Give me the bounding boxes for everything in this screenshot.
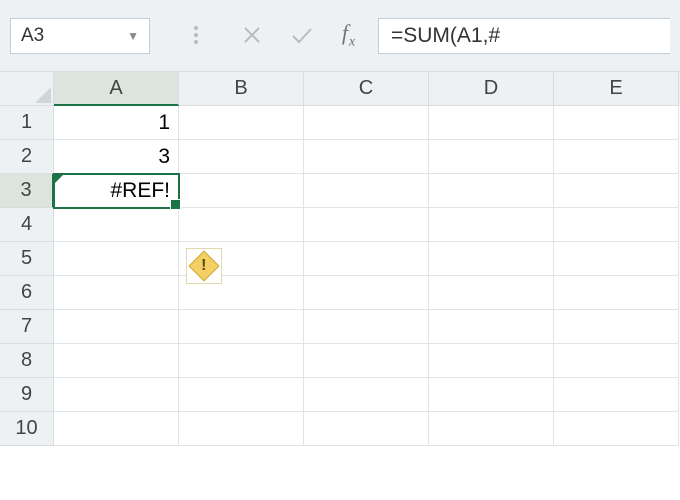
formula-text: =SUM(A1,# xyxy=(391,24,500,48)
cell-B4[interactable] xyxy=(179,208,304,242)
cell-E6[interactable] xyxy=(554,276,679,310)
cell-C6[interactable] xyxy=(304,276,429,310)
row-header-3[interactable]: 3 xyxy=(0,174,54,208)
cell-D8[interactable] xyxy=(429,344,554,378)
column-header-A[interactable]: A xyxy=(54,72,179,106)
cell-D4[interactable] xyxy=(429,208,554,242)
row-header-10[interactable]: 10 xyxy=(0,412,54,446)
cell-A1[interactable]: 1 xyxy=(54,106,179,140)
cell-D9[interactable] xyxy=(429,378,554,412)
cell-A3[interactable]: #REF! xyxy=(54,174,179,208)
formula-bar-controls: fx xyxy=(194,20,360,50)
column-header-C[interactable]: C xyxy=(304,72,429,106)
dropdown-icon[interactable]: ▼ xyxy=(127,29,139,43)
cell-D5[interactable] xyxy=(429,242,554,276)
cell-A5[interactable] xyxy=(54,242,179,276)
cell-A7[interactable] xyxy=(54,310,179,344)
cancel-icon[interactable] xyxy=(242,25,264,45)
cell-C7[interactable] xyxy=(304,310,429,344)
row-5: 5 xyxy=(0,242,680,276)
cell-B2[interactable] xyxy=(179,140,304,174)
cell-D1[interactable] xyxy=(429,106,554,140)
cell-A6[interactable] xyxy=(54,276,179,310)
excel-window: A3 ▼ fx =SUM(A1,# A B C D xyxy=(0,0,680,500)
select-all-corner[interactable] xyxy=(0,72,54,106)
row-7: 7 xyxy=(0,310,680,344)
cell-C4[interactable] xyxy=(304,208,429,242)
row-6: 6 xyxy=(0,276,680,310)
cell-E5[interactable] xyxy=(554,242,679,276)
cell-B9[interactable] xyxy=(179,378,304,412)
row-8: 8 xyxy=(0,344,680,378)
warning-glyph: ! xyxy=(201,257,206,275)
cell-D3[interactable] xyxy=(429,174,554,208)
row-header-4[interactable]: 4 xyxy=(0,208,54,242)
cell-B3[interactable] xyxy=(179,174,304,208)
name-box-container: A3 ▼ xyxy=(10,18,150,54)
row-3: 3 #REF! xyxy=(0,174,680,208)
column-header-row: A B C D E xyxy=(0,72,680,106)
cell-A4[interactable] xyxy=(54,208,179,242)
worksheet-grid[interactable]: A B C D E 1 1 2 3 3 #REF! xyxy=(0,72,680,446)
cell-C9[interactable] xyxy=(304,378,429,412)
row-10: 10 xyxy=(0,412,680,446)
cell-C10[interactable] xyxy=(304,412,429,446)
cell-A9[interactable] xyxy=(54,378,179,412)
row-header-5[interactable]: 5 xyxy=(0,242,54,276)
cell-E10[interactable] xyxy=(554,412,679,446)
name-box[interactable]: A3 ▼ xyxy=(10,18,150,54)
cell-A2[interactable]: 3 xyxy=(54,140,179,174)
cell-C2[interactable] xyxy=(304,140,429,174)
cell-E2[interactable] xyxy=(554,140,679,174)
cell-C3[interactable] xyxy=(304,174,429,208)
cell-D2[interactable] xyxy=(429,140,554,174)
cell-E9[interactable] xyxy=(554,378,679,412)
formula-input[interactable]: =SUM(A1,# xyxy=(378,18,670,54)
cell-C1[interactable] xyxy=(304,106,429,140)
cell-D10[interactable] xyxy=(429,412,554,446)
row-4: 4 xyxy=(0,208,680,242)
row-header-9[interactable]: 9 xyxy=(0,378,54,412)
cell-E3[interactable] xyxy=(554,174,679,208)
enter-icon[interactable] xyxy=(290,25,312,45)
cell-E7[interactable] xyxy=(554,310,679,344)
error-smart-tag[interactable]: ! xyxy=(186,248,222,284)
warning-icon: ! xyxy=(188,250,219,281)
cell-A8[interactable] xyxy=(54,344,179,378)
cell-B7[interactable] xyxy=(179,310,304,344)
cell-B1[interactable] xyxy=(179,106,304,140)
formula-bar-area: A3 ▼ fx =SUM(A1,# xyxy=(0,0,680,72)
cell-D7[interactable] xyxy=(429,310,554,344)
row-2: 2 3 xyxy=(0,140,680,174)
cell-E4[interactable] xyxy=(554,208,679,242)
row-1: 1 1 xyxy=(0,106,680,140)
row-9: 9 xyxy=(0,378,680,412)
cell-B8[interactable] xyxy=(179,344,304,378)
cell-C5[interactable] xyxy=(304,242,429,276)
cell-B10[interactable] xyxy=(179,412,304,446)
cell-D6[interactable] xyxy=(429,276,554,310)
row-header-1[interactable]: 1 xyxy=(0,106,54,140)
row-header-6[interactable]: 6 xyxy=(0,276,54,310)
row-header-8[interactable]: 8 xyxy=(0,344,54,378)
cell-E1[interactable] xyxy=(554,106,679,140)
column-header-B[interactable]: B xyxy=(179,72,304,106)
name-box-value: A3 xyxy=(21,25,44,47)
column-header-D[interactable]: D xyxy=(429,72,554,106)
more-icon[interactable] xyxy=(194,26,216,44)
row-header-7[interactable]: 7 xyxy=(0,310,54,344)
insert-function-icon[interactable]: fx xyxy=(338,20,360,50)
cell-A10[interactable] xyxy=(54,412,179,446)
row-header-2[interactable]: 2 xyxy=(0,140,54,174)
column-header-E[interactable]: E xyxy=(554,72,679,106)
cell-C8[interactable] xyxy=(304,344,429,378)
cell-E8[interactable] xyxy=(554,344,679,378)
